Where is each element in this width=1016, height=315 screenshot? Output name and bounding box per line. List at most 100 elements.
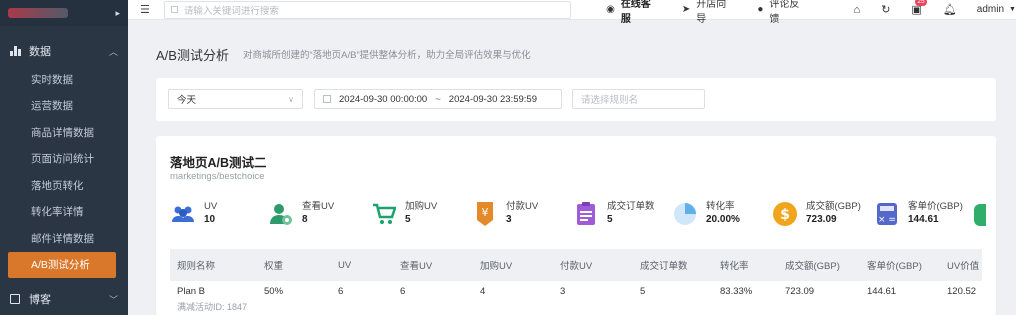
- metric-label: 客单价(GBP): [908, 201, 963, 212]
- svg-text:× =: × =: [878, 215, 896, 225]
- compass-icon: ◉: [606, 4, 615, 15]
- notification-badge: 25: [915, 0, 927, 6]
- chevron-right-icon[interactable]: ▸: [115, 8, 120, 19]
- table-header-row: 规则名称 权重 UV 查看UV 加购UV 付款UV 成交订单数 转化率 成交额(…: [170, 249, 982, 281]
- metric-label: UV: [204, 201, 218, 212]
- metric-label: 付款UV: [506, 201, 539, 212]
- sidebar-group-data[interactable]: 数据 ︿: [0, 36, 128, 66]
- page-description: 对商城所创建的“落地页A/B”提供整体分析，助力全局评估效果与优化: [243, 50, 531, 61]
- calculator-icon: × =: [874, 201, 900, 227]
- user-menu[interactable]: admin ▼: [977, 4, 1016, 15]
- table-cell: 120.52: [947, 286, 977, 297]
- rule-sub-id: 满减活动ID: 1847: [177, 302, 248, 312]
- metric-value: 10: [204, 214, 216, 225]
- sidebar-group-blog[interactable]: 博客 ﹀: [0, 284, 128, 314]
- metric-value: 144.61: [908, 214, 939, 225]
- table-cell: 5: [640, 286, 646, 297]
- partial-metric-icon: [974, 204, 986, 226]
- user-view-icon: [268, 201, 294, 227]
- search-checkbox-icon: [170, 6, 178, 13]
- metric-value: 5: [405, 214, 411, 225]
- table-cell: 723.09: [785, 286, 815, 297]
- column-header: 转化率: [713, 249, 778, 281]
- chevron-down-icon: ∨: [288, 94, 294, 104]
- users-icon: [170, 201, 196, 227]
- online-service-label: 在线客服: [620, 0, 651, 25]
- bar-chart-icon: [10, 46, 21, 56]
- period-select[interactable]: 今天 ∨: [168, 89, 303, 109]
- sidebar-item-landing-conversion[interactable]: 落地页转化: [0, 172, 128, 199]
- online-service-link[interactable]: ◉ 在线客服: [606, 0, 660, 25]
- chevron-down-icon: ﹀: [108, 294, 118, 305]
- metric-label: 转化率: [706, 201, 735, 212]
- metric-value: 723.09: [806, 214, 837, 225]
- sidebar-item-realtime[interactable]: 实时数据: [0, 66, 128, 93]
- column-header: 加购UV: [473, 249, 553, 281]
- sidebar-item-ab-test[interactable]: A/B测试分析: [8, 251, 116, 278]
- column-header: 成交订单数: [633, 249, 713, 281]
- metric-cart-uv: 加购UV 5: [371, 201, 437, 227]
- rule-placeholder: 请选择规则名: [581, 95, 639, 106]
- sidebar-item-conversion-detail[interactable]: 转化率详情: [0, 199, 128, 226]
- column-header: 权重: [257, 249, 331, 281]
- chat-icon: ●: [757, 4, 764, 15]
- search-placeholder: 请输入关键词进行搜索: [183, 5, 279, 17]
- dollar-coin-icon: $: [772, 201, 798, 227]
- sidebar-header: ▸: [0, 0, 128, 26]
- column-header: 成交额(GBP): [778, 249, 860, 281]
- metric-label: 成交订单数: [607, 201, 655, 212]
- test-title: 落地页A/B测试二: [170, 156, 267, 170]
- table-cell: 6: [338, 286, 344, 297]
- metric-uv: UV 10: [170, 201, 217, 227]
- inbox-icon[interactable]: ▣ 25: [911, 0, 927, 16]
- table-cell: 6: [400, 286, 406, 297]
- refresh-icon[interactable]: ↻: [881, 3, 890, 16]
- metric-gmv: $ 成交额(GBP) 723.09: [772, 201, 861, 227]
- page-title: A/B测试分析: [156, 48, 229, 63]
- table-row: Plan B 满减活动ID: 1847 50% 6 6 4 3 5 83.33%…: [170, 281, 982, 315]
- metric-label: 查看UV: [302, 201, 335, 212]
- calendar-icon: [323, 95, 331, 103]
- cart-icon: [371, 201, 397, 227]
- date-range-picker[interactable]: 2024-09-30 00:00:00 ~ 2024-09-30 23:59:5…: [314, 89, 562, 109]
- feedback-link[interactable]: ● 评论反馈: [757, 0, 808, 25]
- table-cell-name: Plan B 满减活动ID: 1847: [170, 281, 257, 315]
- metric-orders: 成交订单数 5: [573, 201, 655, 227]
- svg-text:$: $: [780, 207, 790, 223]
- payment-icon: ¥: [472, 201, 498, 227]
- metric-value: 5: [607, 214, 613, 225]
- column-header: 付款UV: [553, 249, 633, 281]
- metric-label: 成交额(GBP): [806, 201, 861, 212]
- bell-icon[interactable]: 🔔︎: [943, 3, 957, 16]
- blog-icon: [10, 294, 20, 304]
- sidebar-item-page-visits[interactable]: 页面访问统计: [0, 146, 128, 173]
- table-cell: 83.33%: [720, 286, 753, 297]
- sidebar: ▸ 数据 ︿ 实时数据 运营数据 商品详情数据 页面访问统计 落地页转化 转化率…: [0, 0, 128, 315]
- search-input[interactable]: 请输入关键词进行搜索: [163, 0, 572, 19]
- filter-bar: 今天 ∨ 2024-09-30 00:00:00 ~ 2024-09-30 23…: [156, 78, 996, 121]
- metric-value: 3: [506, 214, 512, 225]
- column-header: UV价值: [940, 249, 982, 281]
- sidebar-item-email-detail[interactable]: 邮件详情数据: [0, 225, 128, 252]
- store-guide-link[interactable]: ➤ 开店向导: [682, 0, 735, 25]
- metric-aov: × = 客单价(GBP) 144.61: [874, 201, 963, 227]
- metric-value: 8: [302, 214, 308, 225]
- sidebar-item-product-detail[interactable]: 商品详情数据: [0, 119, 128, 146]
- column-header: 查看UV: [393, 249, 473, 281]
- date-separator: ~: [435, 93, 441, 105]
- svg-text:¥: ¥: [482, 206, 489, 219]
- chevron-up-icon: ︿: [108, 46, 118, 57]
- home-icon[interactable]: ⌂: [854, 4, 861, 16]
- ab-test-card: 落地页A/B测试二 marketings/bestchoice UV 10 查看U…: [156, 136, 996, 315]
- rule-select[interactable]: 请选择规则名: [572, 89, 705, 109]
- feedback-label: 评论反馈: [769, 0, 800, 25]
- sidebar-group-label: 数据: [29, 46, 51, 58]
- test-path: marketings/bestchoice: [170, 171, 265, 182]
- table-cell: 4: [480, 286, 486, 297]
- sidebar-item-operations[interactable]: 运营数据: [0, 93, 128, 120]
- menu-icon[interactable]: ☰: [140, 3, 150, 16]
- topbar: ☰ 请输入关键词进行搜索 ◉ 在线客服 ➤ 开店向导 ● 评论反馈 ⌂ ↻ ▣ 2…: [128, 0, 1016, 25]
- column-header: 客单价(GBP): [860, 249, 940, 281]
- sidebar-group-label: 博客: [29, 294, 51, 306]
- date-start: 2024-09-30 00:00:00: [339, 93, 428, 105]
